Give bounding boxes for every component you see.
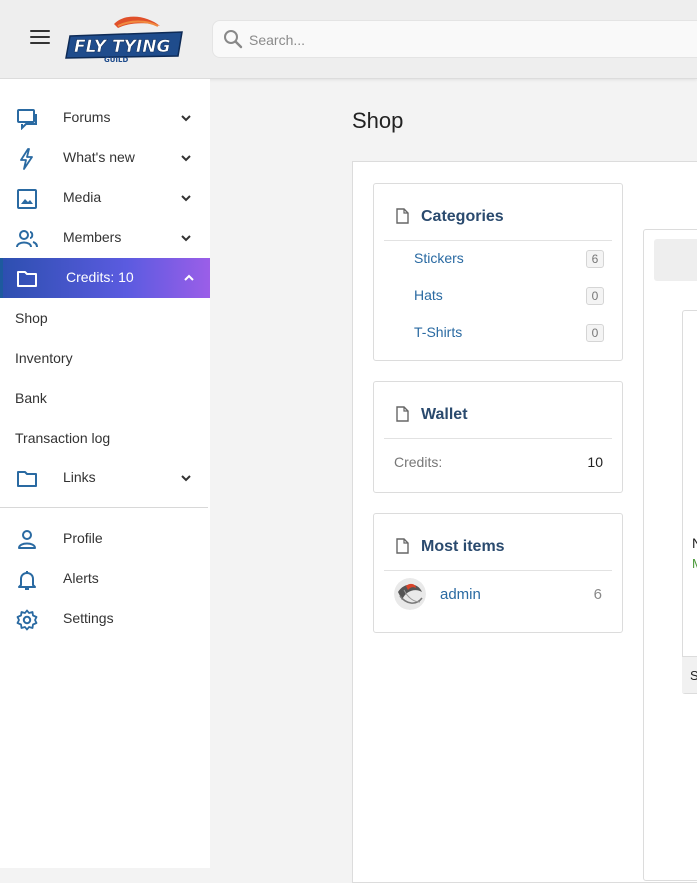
sidebar-item-profile[interactable]: Profile xyxy=(0,519,210,559)
block-title: Wallet xyxy=(421,406,468,423)
category-count-badge: 6 xyxy=(586,250,604,268)
header: FLY TYING GUILD xyxy=(0,0,697,79)
chevron-down-icon[interactable] xyxy=(180,193,192,203)
sidebar-item-label: What's new xyxy=(63,149,135,165)
item-count: 6 xyxy=(593,586,602,603)
folder-icon xyxy=(17,471,37,487)
chevron-down-icon[interactable] xyxy=(180,473,192,483)
credits-label: Credits: xyxy=(394,454,443,470)
sidebar-item-label: Members xyxy=(63,229,122,245)
sidebar-subitem-shop[interactable]: Shop xyxy=(15,310,48,326)
sidebar-item-label: Alerts xyxy=(63,570,99,586)
sidebar-item-label: Credits: 10 xyxy=(66,269,134,285)
category-row[interactable]: Hats 0 xyxy=(414,287,604,307)
block-title: Categories xyxy=(421,208,504,225)
sidebar-item-members[interactable]: Members xyxy=(0,218,210,258)
page-title: Shop xyxy=(352,108,404,133)
user-icon xyxy=(18,530,36,549)
block-header: Wallet xyxy=(384,382,612,439)
image-icon xyxy=(17,189,37,209)
search-icon xyxy=(224,30,243,49)
svg-text:FLY TYING: FLY TYING xyxy=(74,37,170,57)
sidebar-item-label: Links xyxy=(63,469,96,485)
sidebar-item-alerts[interactable]: Alerts xyxy=(0,559,210,599)
document-icon xyxy=(396,208,409,224)
block-title: Most items xyxy=(421,538,505,555)
username-link[interactable]: admin xyxy=(440,586,481,603)
forums-icon xyxy=(17,109,37,130)
chevron-down-icon[interactable] xyxy=(180,153,192,163)
category-count-badge: 0 xyxy=(586,287,604,305)
sidebar-item-label: Settings xyxy=(63,610,114,626)
sidebar-item-forums[interactable]: Forums xyxy=(0,98,210,138)
item-card[interactable] xyxy=(682,310,697,694)
folder-icon xyxy=(17,271,37,287)
category-row[interactable]: T-Shirts 0 xyxy=(414,324,604,344)
chevron-down-icon[interactable] xyxy=(180,233,192,243)
sidebar-item-settings[interactable]: Settings xyxy=(0,599,210,639)
item-subtitle-fragment: M xyxy=(692,556,697,571)
item-footer-fragment[interactable]: S xyxy=(690,668,697,683)
sidebar-item-links[interactable]: Links xyxy=(0,458,210,498)
block-header: Categories xyxy=(384,184,612,241)
sidebar-item-media[interactable]: Media xyxy=(0,178,210,218)
sidebar-subitem-inventory[interactable]: Inventory xyxy=(15,350,73,366)
item-title-fragment: N xyxy=(692,535,697,551)
search-input[interactable] xyxy=(247,28,671,52)
chevron-up-icon[interactable] xyxy=(183,273,195,283)
category-link[interactable]: T-Shirts xyxy=(414,324,462,340)
sidebar-item-label: Forums xyxy=(63,109,111,125)
wallet-block: Wallet Credits: 10 xyxy=(373,381,623,493)
lightning-icon xyxy=(20,148,33,170)
site-logo[interactable]: FLY TYING GUILD xyxy=(64,14,186,64)
sidebar-divider xyxy=(0,507,208,508)
category-link[interactable]: Stickers xyxy=(414,250,464,266)
credits-value: 10 xyxy=(587,454,603,470)
svg-text:GUILD: GUILD xyxy=(104,56,128,64)
bell-icon xyxy=(18,571,36,590)
most-items-block: Most items admin 6 xyxy=(373,513,623,633)
category-row[interactable]: Stickers 6 xyxy=(414,250,604,270)
sidebar: Forums What's new Media Members Credits:… xyxy=(0,79,210,868)
chevron-down-icon[interactable] xyxy=(180,113,192,123)
category-link[interactable]: Hats xyxy=(414,287,443,303)
category-count-badge: 0 xyxy=(586,324,604,342)
members-icon xyxy=(16,230,38,248)
document-icon xyxy=(396,406,409,422)
sidebar-item-whats-new[interactable]: What's new xyxy=(0,138,210,178)
items-tab-bar xyxy=(654,239,697,281)
sidebar-item-credits[interactable]: Credits: 10 xyxy=(0,258,210,298)
categories-block: Categories Stickers 6 Hats 0 T-Shirts 0 xyxy=(373,183,623,361)
menu-icon[interactable] xyxy=(30,30,50,46)
avatar[interactable] xyxy=(394,578,426,610)
document-icon xyxy=(396,538,409,554)
gear-icon xyxy=(16,609,38,631)
search-box[interactable] xyxy=(212,20,697,58)
sidebar-subitem-transaction-log[interactable]: Transaction log xyxy=(15,430,110,446)
block-header: Most items xyxy=(384,514,612,571)
sidebar-subitem-bank[interactable]: Bank xyxy=(15,390,47,406)
sidebar-item-label: Media xyxy=(63,189,102,205)
sidebar-item-label: Profile xyxy=(63,530,103,546)
